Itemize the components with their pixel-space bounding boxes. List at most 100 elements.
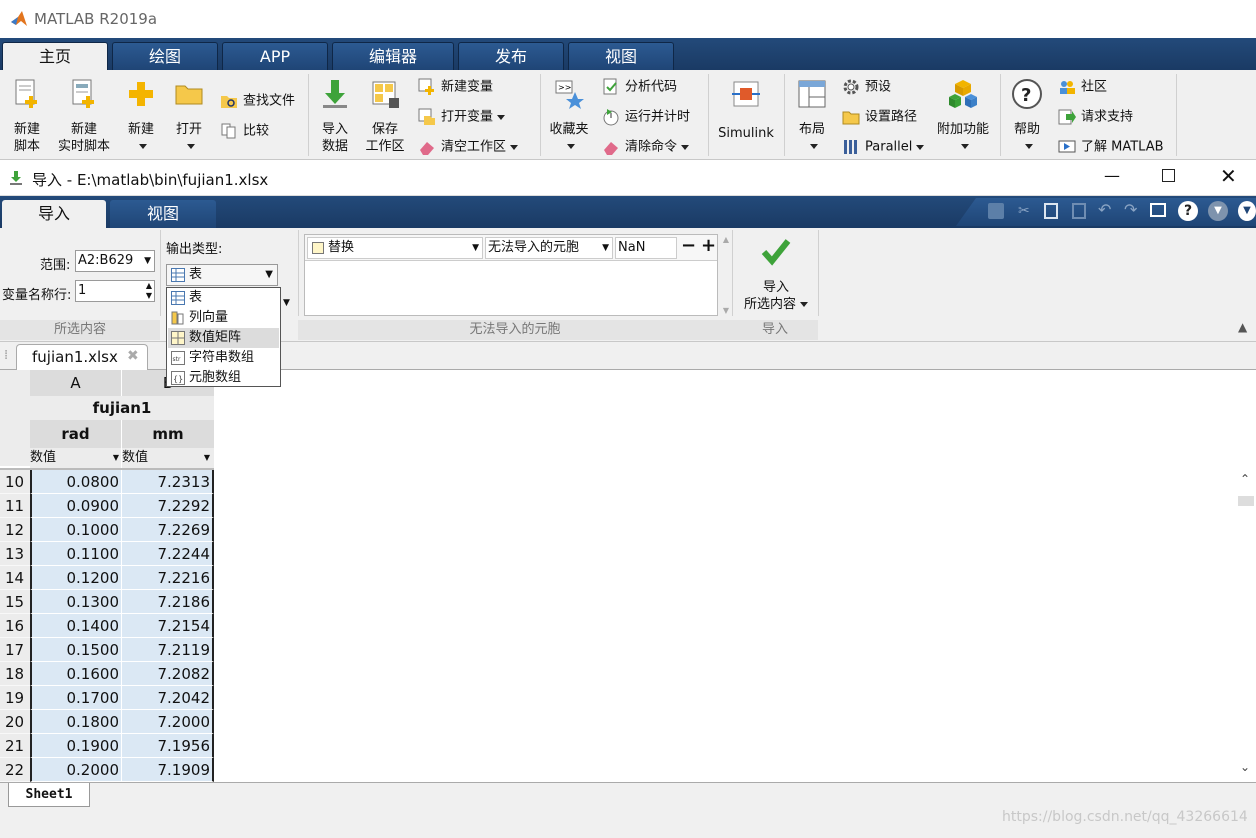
tab-plots[interactable]: 绘图 [112,42,218,70]
scroll-up-icon[interactable]: ⌃ [1240,472,1250,486]
scrollbar-thumb[interactable] [1238,496,1254,506]
table-cell-rad[interactable]: 0.1200 [30,566,122,590]
table-cell-mm[interactable]: 7.1956 [122,734,214,758]
redo-icon[interactable]: ↷ [1124,200,1137,219]
paste-icon[interactable] [1072,203,1086,219]
clear-workspace-button[interactable]: 清空工作区 [418,138,519,157]
varnames-row-spinner[interactable]: 1 ▲ ▼ [75,280,155,302]
tab-editor[interactable]: 编辑器 [332,42,454,70]
parallel-button[interactable]: Parallel [842,138,925,157]
new-live-script-button[interactable]: 新建 实时脚本 [56,78,112,155]
open-variable-button[interactable]: 打开变量 [418,108,506,127]
table-cell-mm[interactable]: 7.2082 [122,662,214,686]
column-name-rad[interactable]: rad [30,420,122,448]
table-cell-rad[interactable]: 0.1800 [30,710,122,734]
collapse-panel-icon[interactable]: ▲ [1238,320,1247,334]
table-cell-mm[interactable]: 7.2313 [122,470,214,494]
addons-button[interactable]: 附加功能 [932,78,994,155]
close-tab-icon[interactable]: ✖ [127,348,139,364]
table-cell-rad[interactable]: 0.1400 [30,614,122,638]
table-cell-mm[interactable]: 7.2154 [122,614,214,638]
set-path-button[interactable]: 设置路径 [842,108,917,127]
column-header-a[interactable]: A [30,370,122,396]
tab-import[interactable]: 导入 [2,200,106,228]
table-cell-rad[interactable]: 0.0800 [30,470,122,494]
column-type-select-a[interactable]: 数值 ▼ [30,448,122,468]
rule-condition-select[interactable]: 无法导入的元胞 ▼ [485,237,613,259]
scroll-up-icon[interactable]: ▲ [723,235,729,244]
collapse-toolstrip-icon[interactable]: ▼ [1238,201,1256,221]
simulink-button[interactable]: Simulink [714,78,778,142]
new-button[interactable]: 新建 [120,78,162,155]
output-type-select[interactable]: 表 ▼ [166,264,278,286]
import-data-button[interactable]: 导入 数据 [314,78,356,155]
column-type-select-b[interactable]: 数值 ▼ [122,448,214,468]
cut-icon[interactable]: ✂ [1018,203,1030,219]
table-cell-rad[interactable]: 0.1100 [30,542,122,566]
output-option-table[interactable]: 表 [168,288,279,308]
table-cell-rad[interactable]: 0.2000 [30,758,122,782]
table-cell-mm[interactable]: 7.2119 [122,638,214,662]
import-selection-button[interactable]: 导入 所选内容 [738,236,814,313]
analyze-code-button[interactable]: 分析代码 [602,78,677,97]
file-tab[interactable]: fujian1.xlsx ✖ [16,344,148,370]
minimize-button[interactable]: — [1104,166,1120,185]
open-button[interactable]: 打开 [168,78,210,155]
table-cell-rad[interactable]: 0.1900 [30,734,122,758]
clear-commands-button[interactable]: 清除命令 [602,138,690,157]
sheet-tab[interactable]: Sheet1 [8,783,90,807]
output-option-string-array[interactable]: str 字符串数组 [168,348,279,368]
add-rule-button[interactable]: + [701,235,716,256]
table-cell-rad[interactable]: 0.1000 [30,518,122,542]
tab-view[interactable]: 视图 [568,42,674,70]
tab-home[interactable]: 主页 [2,42,108,70]
scroll-down-icon[interactable]: ⌄ [1240,760,1250,774]
new-script-button[interactable]: 新建 脚本 [6,78,48,155]
scroll-down-icon[interactable]: ▼ [723,306,729,315]
remove-rule-button[interactable]: − [681,235,696,256]
variable-name-cell[interactable]: fujian1 [30,396,214,420]
table-cell-mm[interactable]: 7.2244 [122,542,214,566]
chevron-down-icon[interactable]: ▼ [1208,201,1228,221]
output-option-column-vectors[interactable]: 列向量 [168,308,279,328]
learn-matlab-button[interactable]: 了解 MATLAB [1058,138,1164,157]
table-cell-mm[interactable]: 7.2269 [122,518,214,542]
range-input[interactable]: A2:B629 ▼ [75,250,155,272]
run-and-time-button[interactable]: 运行并计时 [602,108,690,127]
tab-import-view[interactable]: 视图 [110,200,216,228]
new-variable-button[interactable]: 新建变量 [418,78,493,97]
output-option-cell-array[interactable]: {} 元胞数组 [168,368,279,388]
table-cell-mm[interactable]: 7.1909 [122,758,214,782]
chevron-down-icon[interactable]: ▼ [283,298,290,308]
window-icon[interactable] [1150,203,1166,217]
spinner-arrows-icon[interactable]: ▲ ▼ [146,281,152,301]
table-cell-rad[interactable]: 0.1300 [30,590,122,614]
compare-button[interactable]: 比较 [220,122,269,141]
undo-icon[interactable]: ↶ [1098,200,1111,219]
vertical-scrollbar[interactable]: ⌃ ⌄ [1236,470,1256,782]
output-option-numeric-matrix[interactable]: 数值矩阵 [168,328,279,348]
find-files-button[interactable]: 查找文件 [220,92,295,111]
table-cell-mm[interactable]: 7.2292 [122,494,214,518]
table-cell-rad[interactable]: 0.1500 [30,638,122,662]
rule-action-select[interactable]: 替换 ▼ [307,237,483,259]
request-support-button[interactable]: 请求支持 [1058,108,1133,127]
tab-publish[interactable]: 发布 [458,42,564,70]
save-workspace-button[interactable]: 保存 工作区 [362,78,408,155]
table-cell-mm[interactable]: 7.2000 [122,710,214,734]
table-cell-rad[interactable]: 0.1700 [30,686,122,710]
copy-icon[interactable] [1044,203,1058,219]
close-button[interactable]: ✕ [1220,164,1237,188]
column-name-mm[interactable]: mm [122,420,214,448]
save-icon[interactable] [988,203,1004,219]
help-icon[interactable]: ? [1178,201,1198,221]
community-button[interactable]: 社区 [1058,78,1107,97]
table-cell-mm[interactable]: 7.2042 [122,686,214,710]
table-cell-mm[interactable]: 7.2216 [122,566,214,590]
table-cell-rad[interactable]: 0.1600 [30,662,122,686]
preferences-button[interactable]: 预设 [842,78,891,97]
tab-apps[interactable]: APP [222,42,328,70]
rule-value-input[interactable]: NaN [615,237,677,259]
table-cell-mm[interactable]: 7.2186 [122,590,214,614]
favorites-button[interactable]: >> 收藏夹 [546,78,592,155]
